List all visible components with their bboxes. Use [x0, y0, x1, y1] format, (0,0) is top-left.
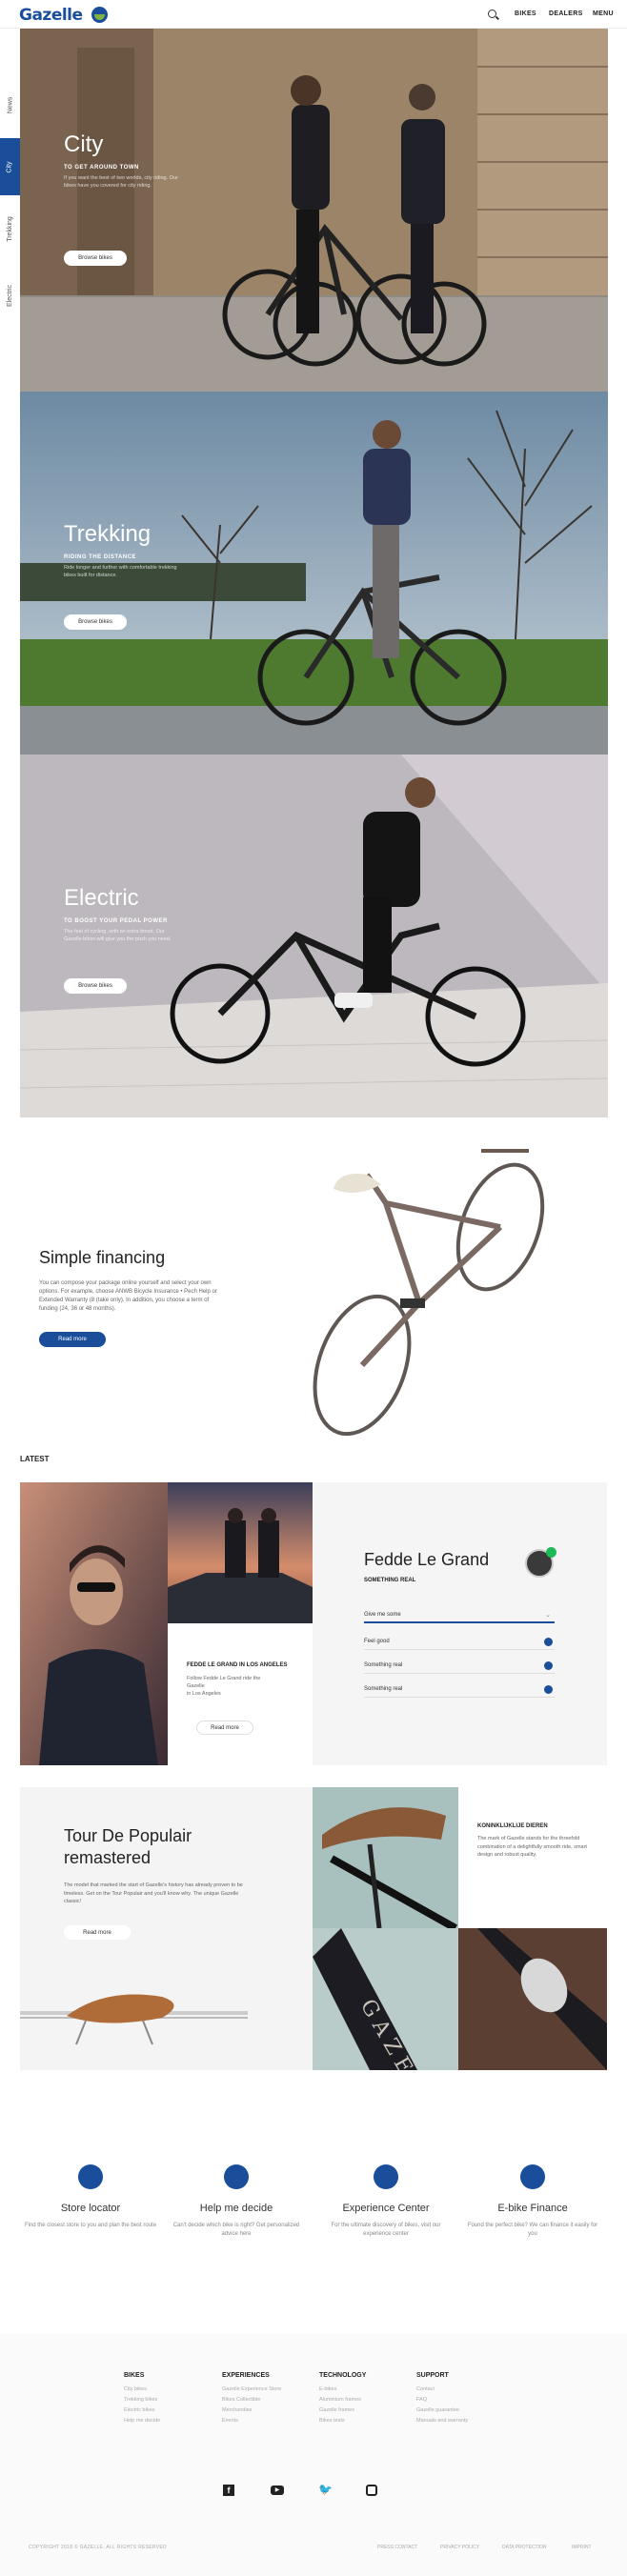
tour-title: Tour De Populair remastered: [64, 1826, 192, 1867]
tour-card: Tour De Populair remastered The model th…: [20, 1787, 313, 2070]
spotify-icon[interactable]: [546, 1547, 556, 1558]
latest-poll-card: Fedde Le Grand SOMETHING REAL: [313, 1482, 607, 1765]
footer-link-data-protection[interactable]: DATA PROTECTION: [502, 2545, 546, 2550]
chat-icon: [520, 2164, 545, 2189]
feature-card-desc: Follow Fedde Le Grand ride the Gazelle i…: [187, 1676, 261, 1697]
poll-artist-name: Fedde Le Grand: [364, 1550, 490, 1569]
footer-col-technology: TECHNOLOGY E-bikes Aluminium frames Gaze…: [319, 2372, 367, 2424]
side-nav: News City Trekking Electric: [0, 29, 20, 392]
hero-trekking-browse-button[interactable]: Browse bikes: [64, 614, 127, 630]
twitter-icon[interactable]: 🐦: [318, 2483, 333, 2496]
saddle-closeup-image: [322, 1807, 457, 1928]
hero-city-browse-button[interactable]: Browse bikes: [64, 251, 127, 266]
financing-bike-image: [313, 1149, 545, 1437]
hero-city-image: [20, 29, 608, 392]
nav-dealers[interactable]: DEALERS: [549, 10, 583, 17]
hero-city: City TO GET AROUND TOWN If you want the …: [20, 29, 608, 392]
instagram-icon[interactable]: [366, 2485, 377, 2496]
logo[interactable]: Gazelle: [19, 6, 83, 25]
sidenav-tab-electric[interactable]: Electric: [0, 267, 20, 324]
site-header: Gazelle BIKES DEALERS MENU: [0, 0, 627, 29]
tour-photo-badge[interactable]: [458, 1928, 607, 2070]
tour-desc: The model that marked the start of Gazel…: [64, 1882, 243, 1904]
plus-icon[interactable]: [544, 1685, 553, 1694]
poll-row-1[interactable]: Feel good: [364, 1634, 555, 1650]
service-help-me-decide[interactable]: Help me decide Can't decide which bike i…: [170, 2164, 303, 2239]
footer-col-experiences: EXPERIENCES Gazelle Experience Store Bik…: [222, 2372, 282, 2424]
plus-icon[interactable]: [544, 1661, 553, 1670]
financing-read-more-button[interactable]: Read more: [39, 1332, 106, 1347]
hero-trekking-desc: Ride longer and further with comfortable…: [64, 565, 177, 578]
youtube-icon[interactable]: ▶: [271, 2485, 284, 2495]
latest-heading: LATEST: [20, 1455, 50, 1463]
car-image: [168, 1482, 313, 1623]
dots-icon: [224, 2164, 249, 2189]
location-icon: [78, 2164, 103, 2189]
site-footer: BIKES City bikes Trekking bikes Electric…: [0, 2334, 627, 2576]
chevron-down-icon: ⌄: [545, 1612, 551, 1619]
footer-link-press[interactable]: PRESS CONTACT: [377, 2545, 417, 2550]
feature-card-title: FEDDE LE GRAND IN LOS ANGELES: [187, 1662, 288, 1668]
footer-col-support: SUPPORT Contact FAQ Gazelle guarantee Ma…: [416, 2372, 469, 2424]
royal-title: KONINKLIJKLIJE DIEREN: [477, 1823, 548, 1829]
footer-link-privacy[interactable]: PRIVACY POLICY: [440, 2545, 479, 2550]
sidenav-tab-city[interactable]: City: [0, 138, 20, 195]
compass-icon: [374, 2164, 398, 2189]
saddle-image: [20, 1994, 248, 2045]
hero-electric-subtitle: TO BOOST YOUR PEDAL POWER: [64, 918, 168, 924]
hero-electric-title: Electric: [64, 885, 139, 911]
footer-col-bikes: BIKES City bikes Trekking bikes Electric…: [124, 2372, 161, 2424]
latest-photo-car[interactable]: [168, 1482, 313, 1623]
hero-electric-desc: The feel of cycling, with an extra boost…: [64, 929, 172, 942]
service-store-locator[interactable]: Store locator Find the closest store to …: [24, 2164, 157, 2230]
hero-trekking-title: Trekking: [64, 521, 152, 547]
hero-trekking: Trekking RIDING THE DISTANCE Ride longer…: [20, 392, 608, 755]
tour-read-more-button[interactable]: Read more: [64, 1925, 131, 1940]
search-icon[interactable]: [488, 10, 496, 18]
latest-photo-portrait[interactable]: [20, 1482, 168, 1765]
footer-link-imprint[interactable]: IMPRINT: [572, 2545, 592, 2550]
tour-royal-card: KONINKLIJKLIJE DIEREN The mark of Gazell…: [458, 1787, 607, 1928]
logo-icon[interactable]: [91, 7, 108, 23]
nav-menu[interactable]: MENU: [593, 10, 614, 17]
hero-trekking-subtitle: RIDING THE DISTANCE: [64, 554, 137, 560]
sidenav-tab-trekking[interactable]: Trekking: [0, 200, 20, 257]
hero-city-subtitle: TO GET AROUND TOWN: [64, 165, 139, 171]
hero-city-desc: If you want the best of two worlds, city…: [64, 175, 178, 189]
hero-electric: Electric TO BOOST YOUR PEDAL POWER The f…: [20, 755, 608, 1117]
plus-icon[interactable]: [544, 1638, 553, 1646]
poll-track-title: SOMETHING REAL: [364, 1578, 416, 1583]
badge-closeup-image: [458, 1928, 607, 2070]
sidenav-tab-news[interactable]: News: [0, 76, 20, 133]
financing-section: Simple financing You can compose your pa…: [0, 1117, 627, 1460]
financing-desc: You can compose your package online your…: [39, 1280, 217, 1312]
financing-title: Simple financing: [39, 1248, 166, 1267]
feature-read-more-button[interactable]: Read more: [196, 1721, 253, 1735]
hero-electric-browse-button[interactable]: Browse bikes: [64, 978, 127, 994]
nav-bikes[interactable]: BIKES: [515, 10, 536, 17]
facebook-icon[interactable]: f: [223, 2485, 234, 2496]
poll-row-2[interactable]: Something real: [364, 1658, 555, 1674]
frame-closeup-image: G A Z E L L E: [313, 1928, 448, 2070]
service-ebike-finance[interactable]: E-bike Finance Found the perfect bike? W…: [466, 2164, 599, 2239]
royal-desc: The mark of Gazelle stands for the three…: [477, 1836, 587, 1858]
tour-photo-frame[interactable]: G A Z E L L E: [313, 1928, 458, 2070]
tour-photo-saddle[interactable]: [313, 1787, 458, 1928]
service-experience-center[interactable]: Experience Center For the ultimate disco…: [319, 2164, 453, 2239]
copyright: COPYRIGHT 2018 © GAZELLE. ALL RIGHTS RES…: [29, 2545, 167, 2550]
hero-city-title: City: [64, 131, 104, 157]
poll-row-3[interactable]: Something real: [364, 1681, 555, 1698]
poll-row-0[interactable]: Give me some ⌄: [364, 1607, 555, 1623]
latest-feature-card: FEDDE LE GRAND IN LOS ANGELES Follow Fed…: [168, 1623, 313, 1765]
portrait-image: [20, 1482, 168, 1765]
